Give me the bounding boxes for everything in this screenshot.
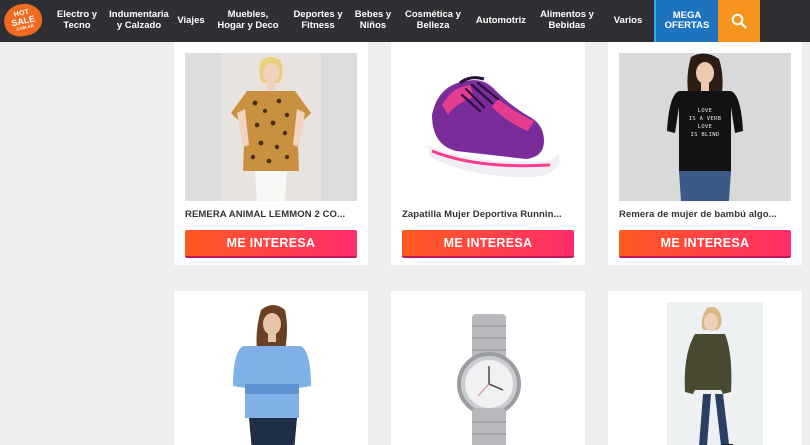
me-interesa-button[interactable]: ME INTERESA [402, 230, 574, 256]
woman-green-parka-image [667, 302, 763, 445]
product-image[interactable] [185, 302, 357, 445]
nav-item-bebes[interactable]: Bebes y Niños [350, 0, 396, 42]
logo-badge: HOT SALE .COM.AR [1, 0, 45, 40]
me-interesa-button[interactable]: ME INTERESA [619, 230, 791, 256]
product-card[interactable] [608, 291, 802, 445]
product-image[interactable]: LOVE IS A VERB LOVE IS BLIND [619, 53, 791, 201]
product-card[interactable]: Zapatilla Mujer Deportiva Runnin... ME I… [391, 42, 585, 265]
search-icon [731, 13, 747, 29]
me-interesa-button[interactable]: ME INTERESA [185, 230, 357, 256]
silver-watch-image [457, 314, 521, 445]
product-title[interactable]: REMERA ANIMAL LEMMON 2 CO... [185, 209, 357, 220]
shirt-lettering: LOVE IS A VERB LOVE IS BLIND [688, 108, 722, 138]
woman-blue-sweater-image [233, 305, 311, 445]
product-card[interactable] [174, 291, 368, 445]
nav-item-electro[interactable]: Electro y Tecno [48, 0, 106, 42]
nav-item-viajes[interactable]: Viajes [172, 0, 210, 42]
woman-leopard-top-image [221, 53, 321, 201]
product-image[interactable] [402, 53, 574, 201]
nav-item-cosmetica[interactable]: Cosmética y Belleza [396, 0, 470, 42]
nav-item-automotriz[interactable]: Automotriz [470, 0, 532, 42]
nav-item-indumentaria[interactable]: Indumentaria y Calzado [106, 0, 172, 42]
hotsale-logo[interactable]: HOT SALE .COM.AR [0, 0, 48, 42]
search-button[interactable] [718, 0, 760, 42]
nav-item-alimentos[interactable]: Alimentos y Bebidas [532, 0, 602, 42]
product-image[interactable] [185, 53, 357, 201]
product-card[interactable]: LOVE IS A VERB LOVE IS BLIND Remera de m… [608, 42, 802, 265]
product-image[interactable] [619, 302, 791, 445]
product-card[interactable]: REMERA ANIMAL LEMMON 2 CO... ME INTERESA [174, 42, 368, 265]
nav-item-deportes[interactable]: Deportes y Fitness [286, 0, 350, 42]
product-title[interactable]: Zapatilla Mujer Deportiva Runnin... [402, 209, 574, 220]
nav-item-varios[interactable]: Varios [602, 0, 654, 42]
nav-item-muebles[interactable]: Muebles, Hogar y Deco [210, 0, 286, 42]
mega-ofertas-button[interactable]: MEGA OFERTAS [654, 0, 718, 42]
product-card[interactable] [391, 291, 585, 445]
pink-purple-sneaker-image [428, 76, 560, 178]
top-navigation: HOT SALE .COM.AR Electro y Tecno Indumen… [0, 0, 810, 42]
product-image[interactable] [402, 302, 574, 445]
product-title[interactable]: Remera de mujer de bambú algo... [619, 209, 791, 220]
